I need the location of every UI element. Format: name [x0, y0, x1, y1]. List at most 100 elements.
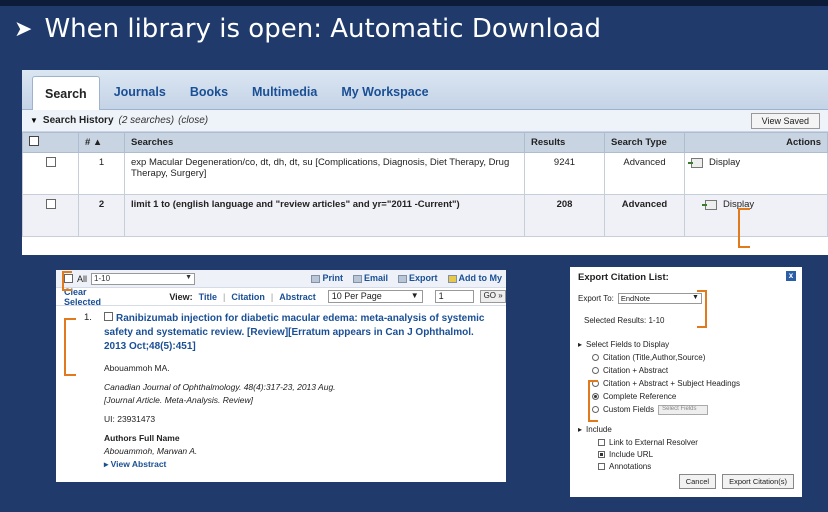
export-to-label: Export To: [578, 293, 614, 303]
orange-bracket-display [738, 208, 750, 248]
column-header-searches: Searches [124, 132, 525, 153]
export-label: Export [408, 273, 438, 283]
search-history-count: (2 searches) [118, 115, 175, 126]
export-citation-dialog: Export Citation List: x Export To: EndNo… [570, 267, 802, 497]
result-meta: Abouammoh MA. Canadian Journal of Ophtha… [104, 362, 498, 471]
checkbox[interactable] [598, 462, 605, 470]
export-to-row: Export To: EndNote ▼ [570, 291, 802, 305]
slide-title: ➤ When library is open: Automatic Downlo… [14, 14, 601, 44]
tab-bar: Search Journals Books Multimedia My Work… [22, 70, 828, 110]
cancel-button[interactable]: Cancel [678, 474, 717, 489]
per-page-select[interactable]: 10 Per Page ▼ [327, 290, 423, 303]
row-search-text: limit 1 to (english language and "review… [124, 194, 525, 237]
orange-bracket-fields [588, 380, 598, 422]
tab-my-workspace[interactable]: My Workspace [331, 85, 438, 109]
orange-bracket-select-all [62, 271, 72, 291]
row-results: 9241 [524, 152, 605, 195]
result-author: Abouammoh MA. [104, 363, 170, 373]
row-search-type: Advanced [604, 194, 685, 237]
dialog-buttons: Cancel Export Citation(s) [678, 474, 794, 489]
field-option-label: Complete Reference [603, 392, 677, 401]
bullet-arrow-icon: ➤ [14, 16, 33, 42]
field-option[interactable]: Custom Fields Select Fields [570, 403, 802, 416]
field-option[interactable]: Complete Reference [570, 390, 802, 403]
tab-multimedia[interactable]: Multimedia [242, 85, 327, 109]
field-option[interactable]: Citation (Title,Author,Source) [570, 351, 802, 364]
view-abstract-link[interactable]: ▸ View Abstract [104, 458, 498, 471]
result-title-link[interactable]: Ranibizumab injection for diabetic macul… [104, 312, 498, 354]
select-fields-button[interactable]: Select Fields [658, 404, 709, 415]
export-button[interactable]: Export [397, 273, 438, 283]
include-option-label: Annotations [609, 461, 652, 471]
radio-button[interactable] [592, 354, 599, 361]
field-option-label: Citation + Abstract [603, 366, 669, 375]
go-button[interactable]: GO » [480, 290, 506, 303]
add-icon [447, 274, 457, 283]
export-dialog-header: Export Citation List: x [570, 267, 802, 287]
column-header-search-type: Search Type [604, 132, 685, 153]
select-fields-label: Select Fields to Display [586, 339, 670, 349]
tab-journals[interactable]: Journals [104, 85, 176, 109]
column-header-results: Results [524, 132, 605, 153]
email-icon [352, 274, 362, 283]
export-to-value: EndNote [620, 293, 651, 303]
orange-bracket-export-to [697, 290, 707, 328]
display-label: Display [709, 157, 741, 168]
display-button[interactable]: Display [702, 199, 821, 210]
email-button[interactable]: Email [352, 273, 388, 283]
export-to-select[interactable]: EndNote ▼ [617, 292, 702, 304]
result-journal: Canadian Journal of Ophthalmology. 48(4)… [104, 382, 336, 392]
row-checkbox[interactable] [45, 199, 56, 209]
results-actions: Print Email Export Add to My [311, 273, 502, 283]
page-number-input[interactable]: 1 [434, 290, 475, 303]
expand-triangle-icon: ▸ [104, 459, 111, 469]
email-label: Email [363, 273, 388, 283]
row-checkbox[interactable] [45, 157, 56, 167]
results-toolbar: All 1-10 ▼ Print Email Export Add to My [56, 270, 506, 288]
include-option[interactable]: Annotations [570, 460, 802, 472]
display-button[interactable]: Display [688, 157, 821, 168]
column-header-number[interactable]: # ▲ [78, 132, 125, 153]
view-citation-link[interactable]: Citation [231, 292, 265, 302]
slide-top-bar [0, 0, 828, 6]
per-page-value: 10 Per Page [331, 291, 382, 301]
range-select[interactable]: 1-10 ▼ [91, 272, 196, 285]
result-checkbox[interactable] [104, 312, 113, 321]
export-dialog-title: Export Citation List: [578, 271, 669, 283]
view-title-link[interactable]: Title [199, 292, 217, 302]
include-option[interactable]: Link to External Resolver [570, 436, 802, 448]
field-option[interactable]: Citation + Abstract [570, 364, 802, 377]
print-label: Print [322, 273, 343, 283]
result-ui: UI: 23931473 [104, 414, 156, 424]
export-icon [397, 274, 407, 283]
view-abstract-link[interactable]: Abstract [279, 292, 316, 302]
include-option[interactable]: Include URL [570, 448, 802, 460]
field-option-label: Citation (Title,Author,Source) [603, 353, 706, 362]
view-saved-button[interactable]: View Saved [750, 113, 820, 129]
row-search-type: Advanced [604, 152, 685, 195]
collapse-caret-icon[interactable]: ▼ [30, 116, 38, 125]
tab-books[interactable]: Books [180, 85, 238, 109]
select-all-header[interactable] [22, 132, 79, 153]
all-label: All [77, 273, 88, 284]
result-full-name-label: Authors Full Name [104, 433, 180, 443]
select-all-checkbox[interactable] [29, 136, 39, 146]
table-row: 2 limit 1 to (english language and "revi… [22, 194, 828, 237]
add-to-button[interactable]: Add to My [447, 273, 502, 283]
field-option[interactable]: Citation + Abstract + Subject Headings [570, 377, 802, 390]
close-icon[interactable]: x [786, 271, 796, 281]
row-number: 2 [78, 194, 125, 237]
export-citations-button[interactable]: Export Citation(s) [722, 474, 794, 489]
print-button[interactable]: Print [311, 273, 343, 283]
search-history-table: # ▲ Searches Results Search Type Actions… [22, 132, 828, 237]
display-icon [688, 157, 703, 168]
search-history-close-link[interactable]: (close) [178, 115, 208, 126]
checkbox[interactable] [598, 438, 605, 446]
row-results: 208 [524, 194, 605, 237]
dropdown-arrow-icon: ▼ [185, 273, 193, 281]
checkbox-checked[interactable] [598, 450, 605, 458]
tab-search[interactable]: Search [32, 76, 100, 110]
clear-selected-link[interactable]: Clear Selected [64, 287, 125, 307]
radio-button[interactable] [592, 367, 599, 374]
result-item: 1. Ranibizumab injection for diabetic ma… [56, 306, 506, 471]
